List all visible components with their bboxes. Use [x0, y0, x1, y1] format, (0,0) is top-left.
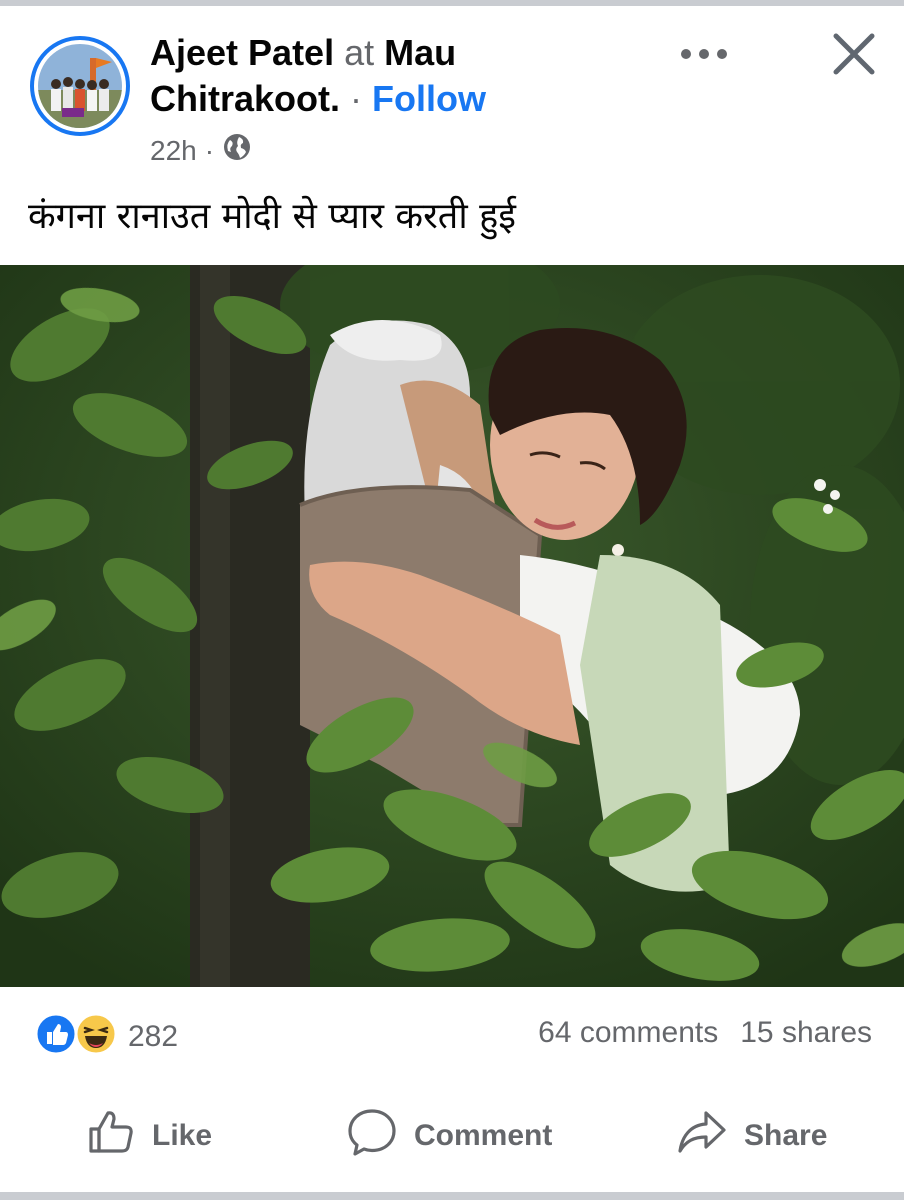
top-divider [0, 0, 904, 6]
comment-label: Comment [414, 1119, 553, 1152]
haha-reaction-icon [74, 1012, 118, 1061]
post-photo[interactable] [0, 265, 904, 987]
post-meta: 22h · [150, 132, 252, 169]
share-arrow-icon [676, 1107, 728, 1165]
like-label: Like [152, 1119, 213, 1152]
author-avatar[interactable] [30, 36, 130, 136]
author-name[interactable]: Ajeet Patel [150, 32, 334, 73]
comments-count[interactable]: 64 comments [538, 1016, 718, 1050]
share-button[interactable]: Share [676, 1100, 827, 1172]
post-time[interactable]: 22h [150, 135, 197, 167]
shares-count[interactable]: 15 shares [740, 1016, 872, 1050]
engagement-stats: 64 comments 15 shares [538, 1016, 872, 1050]
close-icon [831, 31, 877, 82]
more-options-button[interactable] [676, 34, 732, 78]
post-action-bar: Like Comment Share [0, 1100, 904, 1172]
avatar-photo [38, 44, 122, 128]
thumbs-up-icon [86, 1107, 136, 1165]
share-label: Share [744, 1119, 828, 1152]
bottom-divider [0, 1192, 904, 1200]
close-button[interactable] [826, 28, 882, 84]
reaction-summary[interactable]: 282 [34, 1012, 178, 1061]
comment-button[interactable]: Comment [346, 1100, 552, 1172]
globe-icon [222, 132, 252, 169]
like-button[interactable]: Like [86, 1100, 212, 1172]
separator-dot: · [350, 78, 363, 119]
like-reaction-icon [34, 1012, 78, 1061]
meta-separator: · [204, 134, 215, 166]
comment-bubble-icon [346, 1107, 398, 1165]
post-caption: कंगना रानाउत मोदी से प्यार करती हुई [28, 196, 516, 237]
at-word: at [344, 32, 375, 73]
more-dots-icon [679, 47, 729, 66]
post-author-line: Ajeet Patel at Mau Chitrakoot. · Follow [150, 30, 650, 122]
reaction-count: 282 [128, 1019, 179, 1053]
follow-button[interactable]: Follow [372, 78, 486, 119]
